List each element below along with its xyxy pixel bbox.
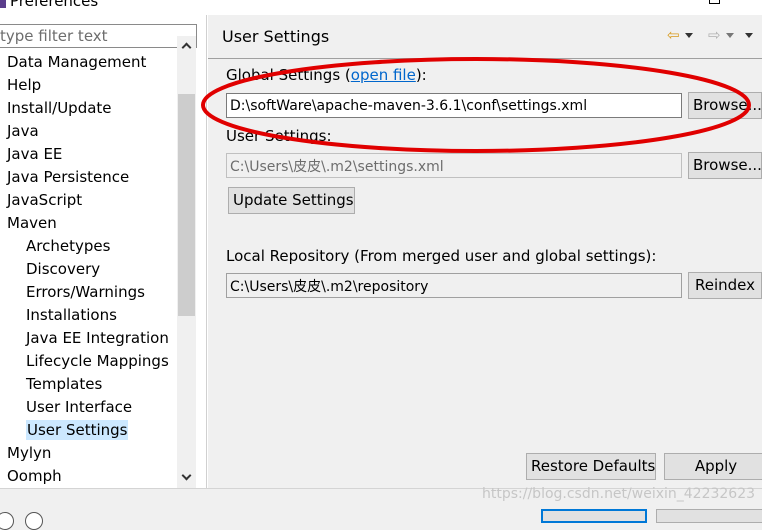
- tree-item[interactable]: Java EE: [0, 143, 62, 165]
- tree-item-label: Lifecycle Mappings: [26, 352, 169, 370]
- tree-item-label: Java EE Integration: [26, 329, 169, 347]
- forward-button[interactable]: ⇨: [708, 26, 734, 44]
- watermark-text: https://blog.csdn.net/weixin_42232623: [482, 486, 756, 502]
- tree-item[interactable]: Java Persistence: [0, 166, 129, 188]
- tree-item[interactable]: Help: [0, 74, 41, 96]
- tree-item[interactable]: Archetypes: [0, 235, 110, 257]
- import-export-icon[interactable]: [25, 512, 43, 530]
- tree-item-label: Archetypes: [26, 237, 111, 255]
- tree-item-label: Mylyn: [7, 444, 52, 462]
- global-settings-input[interactable]: [227, 94, 681, 117]
- tree-item[interactable]: Java EE Integration: [0, 327, 169, 349]
- help-icon[interactable]: [0, 512, 14, 530]
- apply-and-close-button[interactable]: [541, 509, 647, 523]
- tree-scrollbar[interactable]: [177, 36, 196, 488]
- filter-input[interactable]: [0, 25, 196, 47]
- cancel-button[interactable]: [656, 509, 762, 523]
- filter-field[interactable]: [0, 24, 197, 48]
- tree-item[interactable]: Mylyn: [0, 442, 51, 464]
- maximize-button[interactable]: [709, 0, 720, 4]
- open-file-link[interactable]: open file: [351, 66, 416, 84]
- tree-item-label: Installations: [26, 306, 117, 324]
- tree-item[interactable]: Install/Update: [0, 97, 112, 119]
- tree-item[interactable]: Maven: [0, 212, 57, 234]
- view-menu-button[interactable]: [745, 26, 753, 44]
- tree-item-label: JavaScript: [7, 191, 83, 209]
- tree-item[interactable]: Errors/Warnings: [0, 281, 145, 303]
- global-settings-field[interactable]: [226, 93, 682, 118]
- tree-item-label: Errors/Warnings: [26, 283, 145, 301]
- chevron-up-icon: [181, 42, 192, 52]
- tree-item[interactable]: Discovery: [0, 258, 100, 280]
- tree-item[interactable]: Lifecycle Mappings: [0, 350, 169, 372]
- scroll-up-button[interactable]: [177, 36, 196, 54]
- chevron-down-icon: [181, 470, 192, 480]
- view-menu-icon: [745, 32, 753, 38]
- tree-item-label: Templates: [26, 375, 103, 393]
- tree-item-label: User Settings: [26, 420, 129, 440]
- preferences-tree-pane: Data Management Help Install/Update Java Jav…: [0, 15, 206, 488]
- tree-item-label: Data Management: [7, 53, 147, 71]
- chevron-down-icon[interactable]: [684, 32, 693, 38]
- local-repository-field: [226, 273, 682, 298]
- tree-item-label: Java: [7, 122, 39, 140]
- page-title: User Settings: [222, 27, 330, 46]
- update-settings-button[interactable]: Update Settings: [228, 187, 355, 214]
- back-arrow-icon: ⇦: [667, 25, 680, 44]
- tree-item[interactable]: Installations: [0, 304, 117, 326]
- tree-item-label: Java Persistence: [7, 168, 130, 186]
- tree-item[interactable]: Data Management: [0, 51, 146, 73]
- apply-button[interactable]: Apply: [664, 453, 762, 480]
- tree-item[interactable]: Java: [0, 120, 39, 142]
- tree-item[interactable]: User Interface: [0, 396, 132, 418]
- user-settings-label: User Settings:: [226, 127, 332, 145]
- local-repository-label: Local Repository (From merged user and g…: [226, 247, 657, 265]
- title-bar: Preferences: [0, 0, 762, 15]
- tree-item-label: Java EE: [7, 145, 63, 163]
- global-settings-label: Global Settings (open file):: [226, 66, 427, 84]
- restore-defaults-button[interactable]: Restore Defaults: [526, 453, 656, 480]
- user-settings-input[interactable]: [227, 154, 681, 177]
- tree-item-label: Help: [7, 76, 42, 94]
- tree-item[interactable]: User Settings: [0, 419, 129, 441]
- global-settings-text: Global Settings (: [226, 66, 351, 84]
- tree-item-label: Oomph: [7, 467, 62, 485]
- window-title: Preferences: [10, 0, 99, 10]
- user-browse-button[interactable]: Browse...: [688, 152, 762, 179]
- tree-item-label: Maven: [7, 214, 57, 232]
- title-separator: [208, 58, 762, 59]
- chevron-down-icon[interactable]: [725, 32, 734, 38]
- local-repository-input: [227, 274, 681, 297]
- tree-item-label: User Interface: [26, 398, 133, 416]
- reindex-button[interactable]: Reindex: [688, 272, 762, 299]
- tree-item[interactable]: Oomph: [0, 465, 62, 487]
- forward-arrow-icon: ⇨: [708, 25, 721, 44]
- settings-page: User Settings ⇦ ⇨ Global Settings (open …: [208, 15, 762, 488]
- tree-item-label: Discovery: [26, 260, 101, 278]
- scroll-down-button[interactable]: [177, 468, 196, 486]
- scrollbar-thumb[interactable]: [178, 94, 195, 316]
- tree-item[interactable]: JavaScript: [0, 189, 82, 211]
- tree-item-label: Install/Update: [7, 99, 112, 117]
- preferences-tree: Data Management Help Install/Update Java Jav…: [0, 51, 177, 488]
- back-button[interactable]: ⇦: [667, 26, 693, 44]
- eclipse-icon: [0, 0, 6, 8]
- global-settings-suffix: ):: [415, 66, 427, 84]
- tree-item[interactable]: Templates: [0, 373, 102, 395]
- global-browse-button[interactable]: Browse...: [688, 92, 762, 119]
- user-settings-field[interactable]: [226, 153, 682, 178]
